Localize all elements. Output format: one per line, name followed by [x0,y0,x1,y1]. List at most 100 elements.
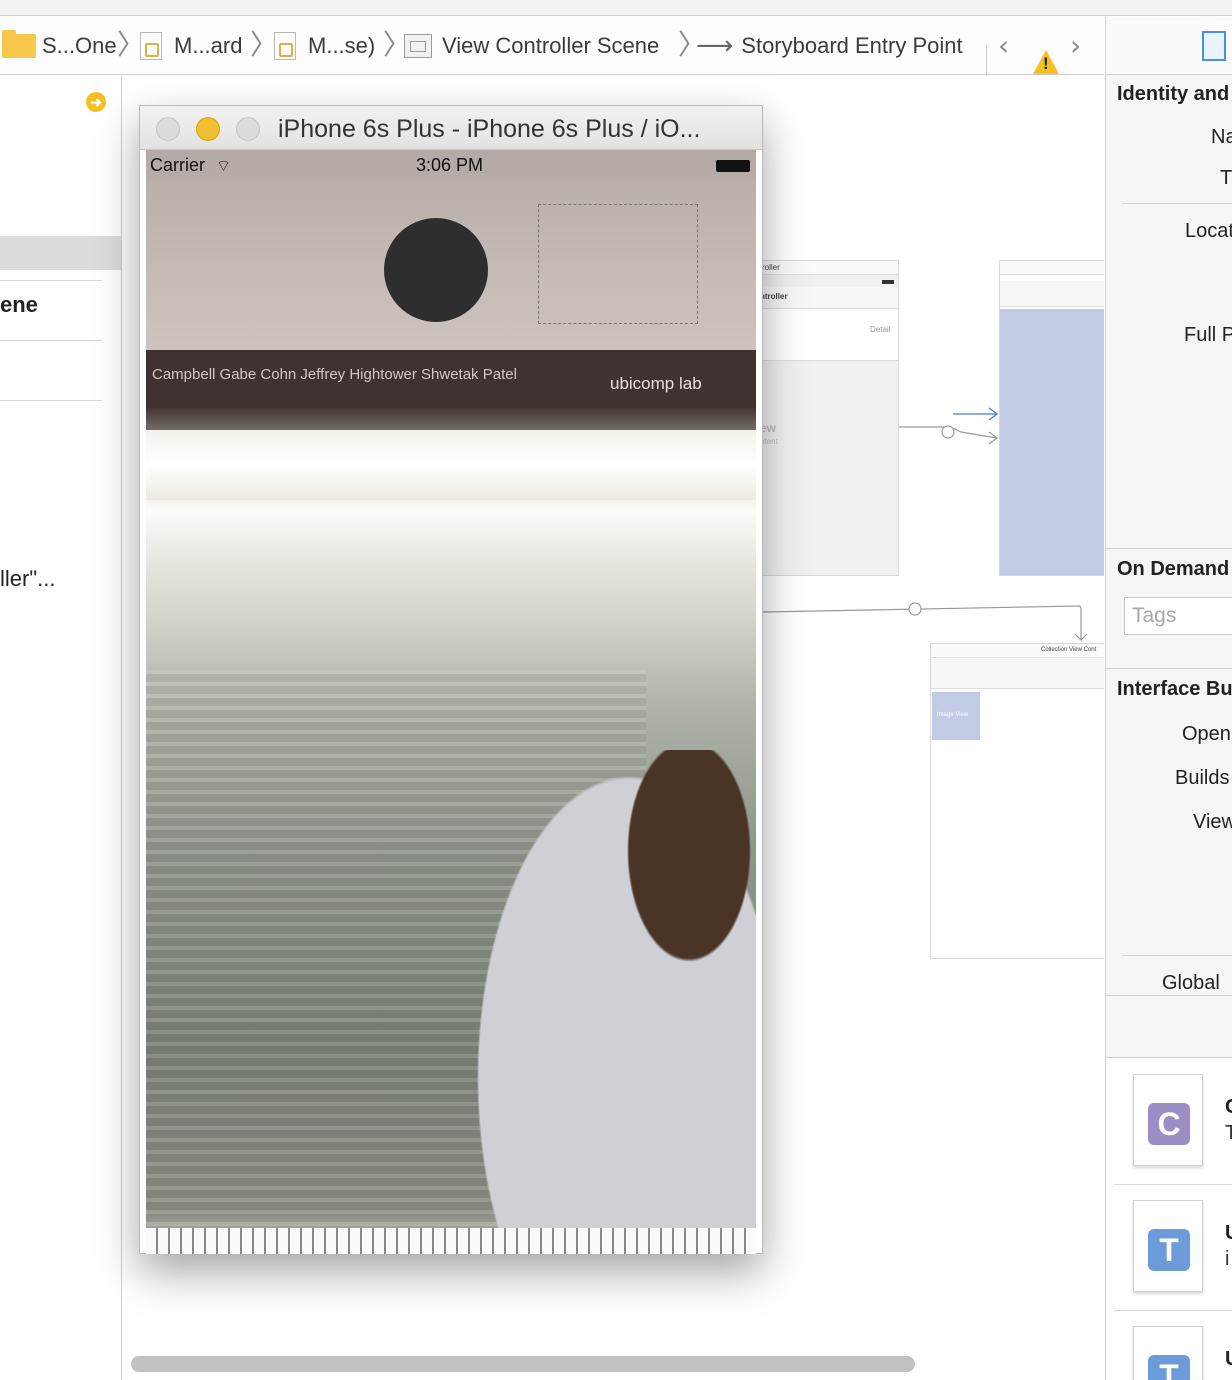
on-demand-section-title: On Demand [1117,558,1230,580]
battery-mini-icon [882,280,894,284]
table-cell [754,309,898,361]
breadcrumb-label: Storyboard Entry Point [741,33,963,58]
chevron-right-icon[interactable]: › [1070,29,1081,62]
outline-divider [0,340,102,341]
entry-arrow-icon: ⟶ [696,31,734,61]
simulator-title: iPhone 6s Plus - iPhone 6s Plus / iO... [278,115,701,143]
inspector-divider [1122,955,1232,956]
library-divider [1114,1310,1232,1311]
nav-title: ntroller [760,292,788,301]
device-screen[interactable]: Campbell Gabe Cohn Jeffrey Hightower Shw… [146,150,756,1254]
camera-ceiling-light [146,430,756,500]
horizontal-scrollbar[interactable] [131,1356,915,1372]
cell-detail-label: Detail [870,325,891,334]
type-label: T [1220,167,1232,189]
builds-for-label: Builds [1175,767,1230,789]
close-button[interactable] [156,117,180,141]
document-outline: ➜ ene ller"... [0,76,122,1380]
scene-icon [404,34,432,58]
battery-icon [716,160,750,172]
breadcrumb-label: View Controller Scene [442,33,660,58]
breadcrumb-storyboard[interactable]: M...ard [140,17,242,75]
scene-header [1000,261,1104,275]
library-item-name: C [1225,1096,1232,1119]
global-tint-label: Global [1162,972,1220,994]
library-item-desc: T [1225,1122,1232,1145]
library-item-ui-test-case[interactable]: T [1133,1326,1203,1380]
breadcrumb-entry-point[interactable]: ⟶ Storyboard Entry Point [696,17,963,75]
scene-title: Collection View Cont [1041,647,1097,653]
test-file-icon: T [1148,1229,1190,1271]
identity-section-title: Identity and [1117,83,1230,105]
placeholder-view [1000,309,1104,575]
outline-divider [0,400,102,401]
ios-status-bar: Carrier ⌔ 3:06 PM [146,150,756,180]
file-template-library: C C T T U i T U [1106,1057,1232,1380]
breadcrumb-label: M...se) [308,33,376,58]
scene-collection-view[interactable]: Collection View Cont Image View [930,643,1104,959]
outline-divider [0,280,102,281]
segue-node [908,602,922,616]
scene-detail-controller[interactable]: roller ntroller Detail ew ntent [753,260,899,576]
breadcrumb-group[interactable]: S...One [2,17,117,75]
go-arrow-icon[interactable]: ➜ [86,92,106,112]
breadcrumb-label: S...One [42,33,117,58]
location-label: Locat [1185,220,1232,242]
library-item-cocoa-class[interactable]: C [1133,1074,1203,1166]
breadcrumb-label: M...ard [174,33,243,58]
tags-placeholder: Tags [1132,604,1177,627]
scene-title: roller [762,263,780,272]
library-item-test-case[interactable]: T [1133,1200,1203,1292]
breadcrumb-scene[interactable]: View Controller Scene [404,17,659,75]
chevron-left-icon[interactable]: ‹ [998,29,1009,62]
storyboard-file-icon [140,32,162,60]
status-time: 3:06 PM [416,155,484,175]
full-path-label: Full P [1184,324,1232,346]
camera-person [464,750,756,1254]
file-inspector-icon[interactable] [1202,31,1226,61]
simulator-titlebar[interactable]: iPhone 6s Plus - iPhone 6s Plus / iO... [140,106,762,150]
nav-bar [1000,281,1104,307]
camera-poster-circle [384,218,488,322]
minimize-button[interactable] [196,117,220,141]
image-view-label: Image View [937,712,969,718]
folder-icon [2,30,36,58]
outline-selected-row[interactable] [0,236,121,270]
nav-bar [931,659,1104,689]
library-item-desc: i [1225,1248,1230,1270]
test-file-icon: T [1148,1355,1190,1380]
opens-in-label: Open [1182,723,1231,745]
library-item-name: U [1225,1348,1232,1371]
zoom-button[interactable] [236,117,260,141]
window-top-strip [0,0,1232,16]
scene-blue-view[interactable] [999,260,1104,576]
simulator-window[interactable]: iPhone 6s Plus - iPhone 6s Plus / iO... … [139,105,763,1254]
storyboard-file-icon [274,32,296,60]
inspector-divider [1106,668,1232,669]
camera-poster-diagram [538,204,698,324]
poster-names-text: Campbell Gabe Cohn Jeffrey Hightower Shw… [152,366,517,383]
outline-controller-item[interactable]: ller"... [0,566,55,592]
outline-scene-label[interactable]: ene [0,292,38,318]
segue-node [941,425,955,439]
breadcrumb-storyboard-base[interactable]: M...se) [274,17,375,75]
name-label: Na [1211,126,1232,148]
view-as-label: View [1193,811,1232,833]
inspector-tab-bar [1106,17,1232,75]
class-file-icon: C [1148,1103,1190,1145]
inspector-divider [1106,548,1232,549]
segue-connector [899,407,999,445]
jump-bar-divider [986,45,987,79]
warning-icon-mark: ! [1043,54,1049,73]
library-item-name: U [1225,1222,1232,1245]
inspector-divider [1106,995,1232,996]
library-divider [1114,1184,1232,1185]
carrier-label: Carrier [150,155,206,175]
wifi-icon: ⌔ [216,156,232,175]
camera-bottom-ticks [146,1228,756,1254]
poster-lab-text: ubicomp lab [610,374,702,393]
segue-line [763,605,1088,641]
inspector-divider [1122,203,1232,204]
inspector-pane: Identity and Na T Locat Full P On Demand… [1105,17,1232,1380]
interface-builder-section-title: Interface Bu [1117,678,1232,700]
